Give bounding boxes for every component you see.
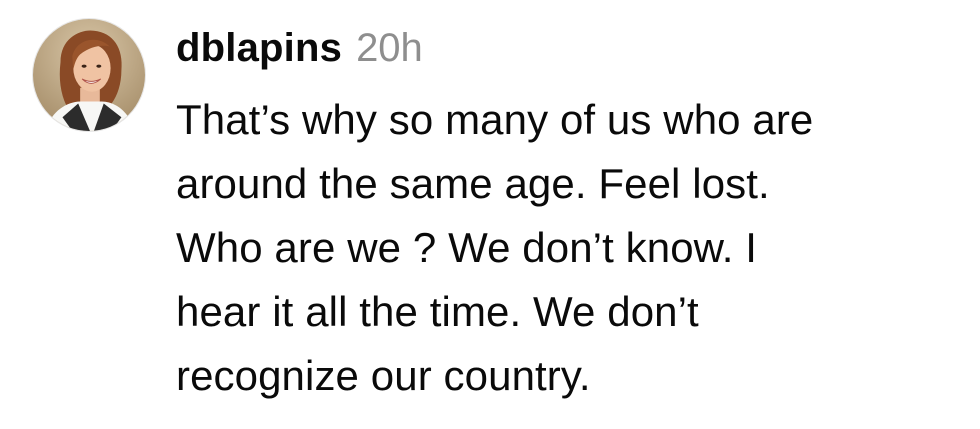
user-avatar-icon [33,19,145,131]
avatar[interactable] [32,18,146,132]
comment-text: That’s why so many of us who are around … [176,96,814,399]
comment-header: dblapins 20h [176,26,966,82]
comment-body: dblapins 20h That’s why so many of us wh… [176,26,966,408]
timestamp: 20h [356,26,423,70]
comment: dblapins 20h That’s why so many of us wh… [0,0,980,429]
username-link[interactable]: dblapins [176,26,342,71]
